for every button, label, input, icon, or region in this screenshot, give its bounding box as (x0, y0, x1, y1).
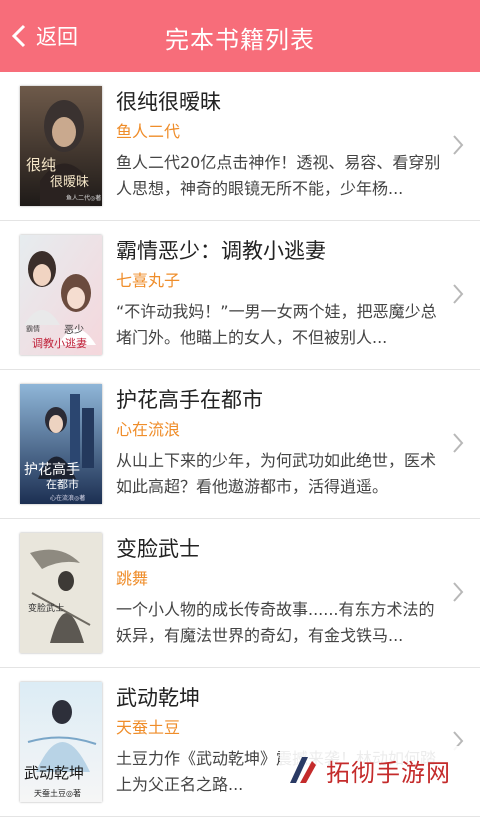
cover-title-1: 很纯 (26, 156, 56, 174)
book-cover: 护花高手 在都市 心在流浪◎著 (20, 384, 102, 504)
book-title: 武动乾坤 (116, 686, 200, 710)
cover-author: 心在流浪◎著 (50, 494, 85, 502)
cover-title-1: 护花高手 (24, 461, 80, 478)
book-author: 七喜丸子 (116, 271, 181, 290)
cover-title-2: 调教小逃妻 (32, 337, 87, 350)
cover-title-1: 变脸武士 (28, 602, 64, 614)
cover-author: 天蚕土豆◎著 (34, 788, 81, 798)
book-list: 很纯 很暧昧 鱼人二代◎著 很纯很暧昧 鱼人二代 鱼人二代20亿点击神作！透视、… (0, 72, 480, 817)
book-author: 鱼人二代 (116, 122, 181, 141)
page-title: 完本书籍列表 (165, 26, 315, 54)
cover-title-2: 很暧昧 (50, 175, 89, 190)
book-author: 心在流浪 (116, 420, 181, 439)
book-row[interactable]: 武动乾坤 天蚕土豆◎著 武动乾坤 天蚕土豆 土豆力作《武动乾坤》震撼来袭！林动如… (0, 668, 480, 817)
cover-small: 霸情 (26, 324, 40, 333)
chevron-right-icon (453, 284, 464, 304)
chevron-right-icon (453, 433, 464, 453)
book-cover: 变脸武士 (20, 533, 102, 653)
book-title: 护花高手在都市 (116, 388, 263, 412)
book-row[interactable]: 霸情 恶少 调教小逃妻 霸情恶少：调教小逃妻 七喜丸子 “不许动我妈！”一男一女… (0, 221, 480, 370)
chevron-right-icon (453, 582, 464, 602)
book-cover: 很纯 很暧昧 鱼人二代◎著 (20, 86, 102, 206)
cover-title-2: 在都市 (46, 477, 79, 491)
book-title: 很纯很暧昧 (116, 90, 221, 114)
book-title: 霸情恶少：调教小逃妻 (116, 239, 326, 263)
book-row[interactable]: 变脸武士 变脸武士 跳舞 一个小人物的成长传奇故事......有东方术法的妖异，… (0, 519, 480, 668)
book-description: 从山上下来的少年，为何武功如此绝世，医术如此高超？看他遨游都市，活得逍遥。 (116, 451, 437, 496)
book-row[interactable]: 护花高手 在都市 心在流浪◎著 护花高手在都市 心在流浪 从山上下来的少年，为何… (0, 370, 480, 519)
cover-title-1: 恶少 (64, 324, 84, 336)
book-cover: 武动乾坤 天蚕土豆◎著 (20, 682, 102, 802)
book-title: 变脸武士 (116, 537, 200, 561)
watermark-text: 拓彻手游网 (326, 758, 451, 787)
book-description: “不许动我妈！”一男一女两个娃，把恶魔少总堵门外。他瞄上的女人，不但被别人... (116, 302, 437, 347)
watermark: 拓彻手游网 (280, 746, 472, 794)
cover-title-1: 武动乾坤 (24, 764, 84, 782)
book-row[interactable]: 很纯 很暧昧 鱼人二代◎著 很纯很暧昧 鱼人二代 鱼人二代20亿点击神作！透视、… (0, 72, 480, 221)
cover-author: 鱼人二代◎著 (66, 194, 101, 202)
chevron-right-icon (453, 135, 464, 155)
book-description: 鱼人二代20亿点击神作！透视、易容、看穿别人思想，神奇的眼镜无所不能，少年杨..… (116, 153, 441, 198)
book-cover: 霸情 恶少 调教小逃妻 (20, 235, 102, 355)
book-author: 天蚕土豆 (116, 718, 181, 737)
top-bar: 返回 完本书籍列表 (0, 0, 480, 72)
book-description: 一个小人物的成长传奇故事......有东方术法的妖异，有魔法世界的奇幻，有金戈铁… (116, 600, 435, 645)
book-author: 跳舞 (116, 569, 149, 588)
watermark-logo-icon (290, 757, 316, 783)
